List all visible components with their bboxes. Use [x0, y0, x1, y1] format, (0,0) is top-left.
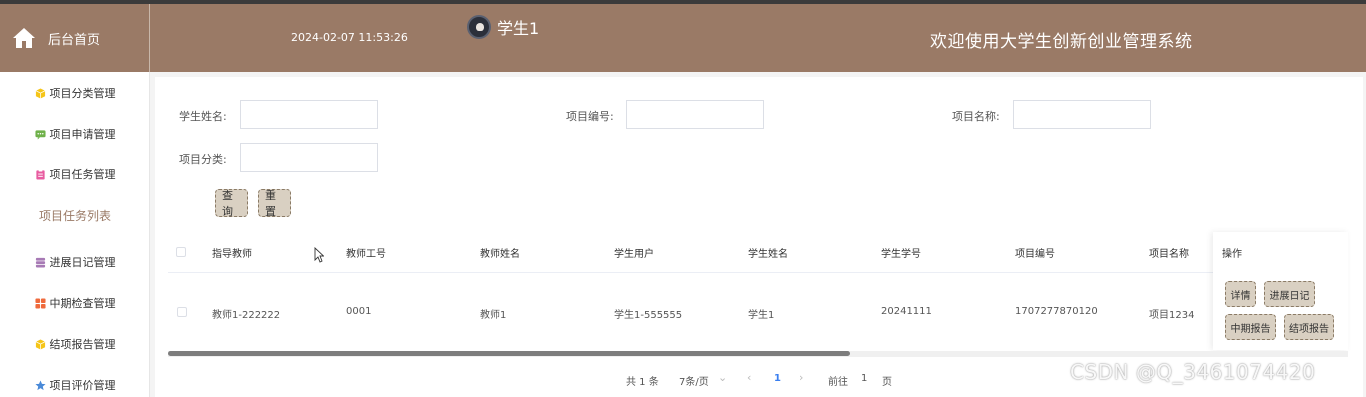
project-name-input[interactable]	[1013, 100, 1151, 129]
student-name-label: 学生姓名:	[179, 110, 227, 123]
sidebar-item-midterm[interactable]: 中期检查管理	[0, 291, 150, 315]
sidebar-item-application[interactable]: 项目申请管理	[0, 122, 150, 146]
username: 学生1	[497, 19, 540, 38]
sidebar-item-label: 项目任务管理	[49, 168, 116, 181]
progress-diary-button[interactable]: 进展日记	[1264, 281, 1315, 307]
star-icon	[34, 379, 46, 390]
details-button[interactable]: 详情	[1225, 281, 1256, 307]
sidebar-item-final-report[interactable]: 结项报告管理	[0, 332, 150, 356]
row-checkbox[interactable]	[177, 307, 187, 317]
home-icon	[13, 28, 35, 48]
sidebar-subitem-label: 项目任务列表	[38, 208, 111, 223]
home-label: 后台首页	[48, 32, 101, 48]
column-header: 项目名称	[1149, 249, 1189, 260]
header-top-border	[0, 0, 1366, 4]
student-name-input[interactable]	[240, 100, 378, 129]
table-cell: 教师1-222222	[212, 310, 281, 321]
sidebar-item-label: 中期检查管理	[49, 297, 116, 310]
table-cell: 20241111	[881, 306, 932, 317]
select-all-checkbox[interactable]	[176, 247, 186, 257]
final-report-button[interactable]: 结项报告	[1284, 314, 1334, 340]
mouse-cursor-icon	[314, 247, 324, 263]
pagination-total: 共 1 条	[626, 377, 659, 388]
column-header: 学生用户	[614, 249, 654, 260]
project-no-input[interactable]	[626, 100, 764, 129]
table-cell: 0001	[346, 306, 372, 317]
chevron-down-icon[interactable]: ⌄	[718, 371, 727, 384]
column-header: 教师姓名	[480, 249, 520, 260]
column-header: 学生姓名	[748, 249, 788, 260]
database-icon	[35, 257, 45, 267]
table-cell: 项目1234	[1149, 310, 1195, 321]
table-cell: 1707277870120	[1015, 306, 1098, 317]
grid-icon	[34, 297, 46, 309]
clipboard-icon	[35, 168, 45, 180]
table-cell: 学生1-555555	[614, 310, 683, 321]
chat-icon	[34, 129, 46, 140]
reset-button[interactable]: 重置	[258, 189, 291, 218]
sidebar-item-label: 进展日记管理	[49, 256, 116, 269]
home-link[interactable]: 后台首页	[0, 4, 150, 72]
project-no-label: 项目编号:	[566, 110, 614, 123]
operations-header: 操作	[1222, 249, 1242, 260]
page-suffix: 页	[882, 377, 892, 388]
table-cell: 教师1	[480, 310, 507, 321]
top-header: 后台首页 2024-02-07 11:53:26 学生1 欢迎使用大学生创新创业…	[0, 0, 1366, 72]
sidebar-item-label: 项目分类管理	[49, 87, 116, 100]
column-header: 学生学号	[881, 249, 921, 260]
cube-icon	[35, 338, 45, 350]
midterm-report-button[interactable]: 中期报告	[1225, 314, 1276, 340]
sidebar-subitem-task-list[interactable]: 项目任务列表	[0, 203, 150, 227]
sidebar: 项目分类管理 项目申请管理 项目任务管理 项目任务列表 进展日记管理 中期检查管…	[0, 72, 150, 397]
next-page-icon[interactable]: ›	[799, 371, 803, 384]
avatar[interactable]	[467, 15, 491, 39]
project-category-label: 项目分类:	[179, 153, 227, 166]
sidebar-item-task[interactable]: 项目任务管理	[0, 162, 150, 186]
project-name-label: 项目名称:	[952, 110, 1000, 123]
column-header: 教师工号	[346, 249, 386, 260]
current-page[interactable]: 1	[774, 373, 781, 384]
prev-page-icon[interactable]: ‹	[747, 371, 751, 384]
column-header: 指导教师	[212, 249, 252, 260]
sidebar-item-evaluation[interactable]: 项目评价管理	[0, 373, 150, 397]
horizontal-scrollbar-thumb[interactable]	[168, 351, 850, 356]
project-category-input[interactable]	[240, 143, 378, 172]
goto-page-input[interactable]: 1	[861, 373, 867, 384]
user-info[interactable]: 学生1	[467, 15, 539, 39]
watermark: CSDN @Q_3461074420	[1070, 360, 1316, 384]
goto-label: 前往	[828, 377, 848, 388]
current-datetime: 2024-02-07 11:53:26	[291, 31, 408, 44]
app-root: 后台首页 2024-02-07 11:53:26 学生1 欢迎使用大学生创新创业…	[0, 0, 1366, 397]
sidebar-item-category[interactable]: 项目分类管理	[0, 81, 150, 105]
column-header: 项目编号	[1015, 249, 1055, 260]
cube-icon	[35, 87, 45, 99]
query-button[interactable]: 查询	[215, 189, 248, 218]
table-cell: 学生1	[748, 310, 775, 321]
sidebar-item-label: 结项报告管理	[49, 338, 116, 351]
header-divider	[168, 272, 1213, 273]
sidebar-item-progress-diary[interactable]: 进展日记管理	[0, 250, 150, 274]
system-title: 欢迎使用大学生创新创业管理系统	[930, 32, 1193, 52]
page-size-select[interactable]: 7条/页	[679, 373, 709, 388]
sidebar-item-label: 项目评价管理	[49, 379, 116, 392]
sidebar-item-label: 项目申请管理	[49, 128, 116, 141]
